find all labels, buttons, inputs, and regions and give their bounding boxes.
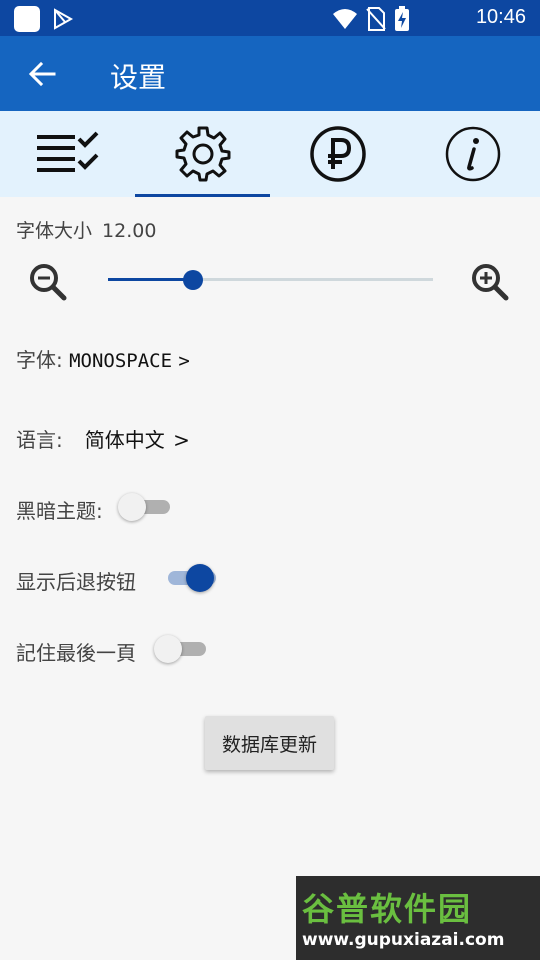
- tab-bar: [0, 111, 540, 197]
- switch-knob: [186, 564, 214, 592]
- show-back-button-label: 显示后退按钮: [16, 570, 136, 594]
- watermark-title: 谷普软件园: [302, 890, 473, 928]
- switch-knob: [154, 635, 182, 663]
- zoom-in-icon[interactable]: [470, 262, 510, 302]
- language-label: 语言:: [16, 428, 63, 452]
- remember-last-page-label: 記住最後一頁: [16, 641, 136, 665]
- zoom-out-icon[interactable]: [28, 262, 68, 302]
- status-time: 10:46: [475, 6, 526, 28]
- font-size-label: 字体大小: [16, 220, 93, 242]
- font-label: 字体:: [16, 348, 63, 372]
- language-arrow: >: [173, 428, 190, 452]
- language-value: 简体中文: [84, 428, 165, 452]
- info-icon: [445, 126, 500, 182]
- play-store-icon: [54, 8, 74, 30]
- font-size-slider[interactable]: [108, 270, 433, 290]
- slider-thumb[interactable]: [182, 270, 203, 290]
- battery-charging-icon: [395, 6, 409, 31]
- page-title: 设置: [110, 61, 167, 94]
- slider-fill: [108, 278, 193, 281]
- tab-info[interactable]: [405, 111, 540, 197]
- database-update-button[interactable]: 数据库更新: [205, 716, 334, 770]
- back-arrow-icon[interactable]: [26, 58, 58, 90]
- status-bar: 10:46: [0, 0, 540, 36]
- tab-ruble[interactable]: [270, 111, 405, 197]
- font-size-setting: 字体大小 12.00: [16, 216, 166, 243]
- gear-icon: [175, 126, 230, 182]
- watermark-url: www.gupuxiazai.com: [302, 930, 505, 950]
- tab-checklist[interactable]: [0, 111, 135, 197]
- ruble-icon: [309, 126, 366, 182]
- watermark: 谷普软件园 www.gupuxiazai.com: [296, 876, 540, 960]
- app-bar: 设置: [0, 36, 540, 111]
- checklist-icon: [36, 131, 98, 172]
- remember-last-page-switch[interactable]: [154, 635, 206, 663]
- app-notification-icon: [14, 6, 40, 32]
- dark-theme-switch[interactable]: [118, 493, 170, 521]
- font-size-value: 12.00: [102, 220, 157, 242]
- tab-settings[interactable]: [135, 111, 270, 197]
- language-setting[interactable]: 语言: 简体中文 >: [16, 424, 190, 453]
- dark-theme-label: 黑暗主题:: [16, 499, 103, 523]
- font-setting[interactable]: 字体: MONOSPACE >: [16, 344, 190, 373]
- font-value: MONOSPACE: [69, 350, 173, 372]
- wifi-icon: [333, 9, 357, 29]
- font-arrow: >: [178, 350, 190, 372]
- no-sim-icon: [366, 7, 386, 31]
- show-back-button-switch[interactable]: [164, 564, 216, 592]
- switch-knob: [118, 493, 146, 521]
